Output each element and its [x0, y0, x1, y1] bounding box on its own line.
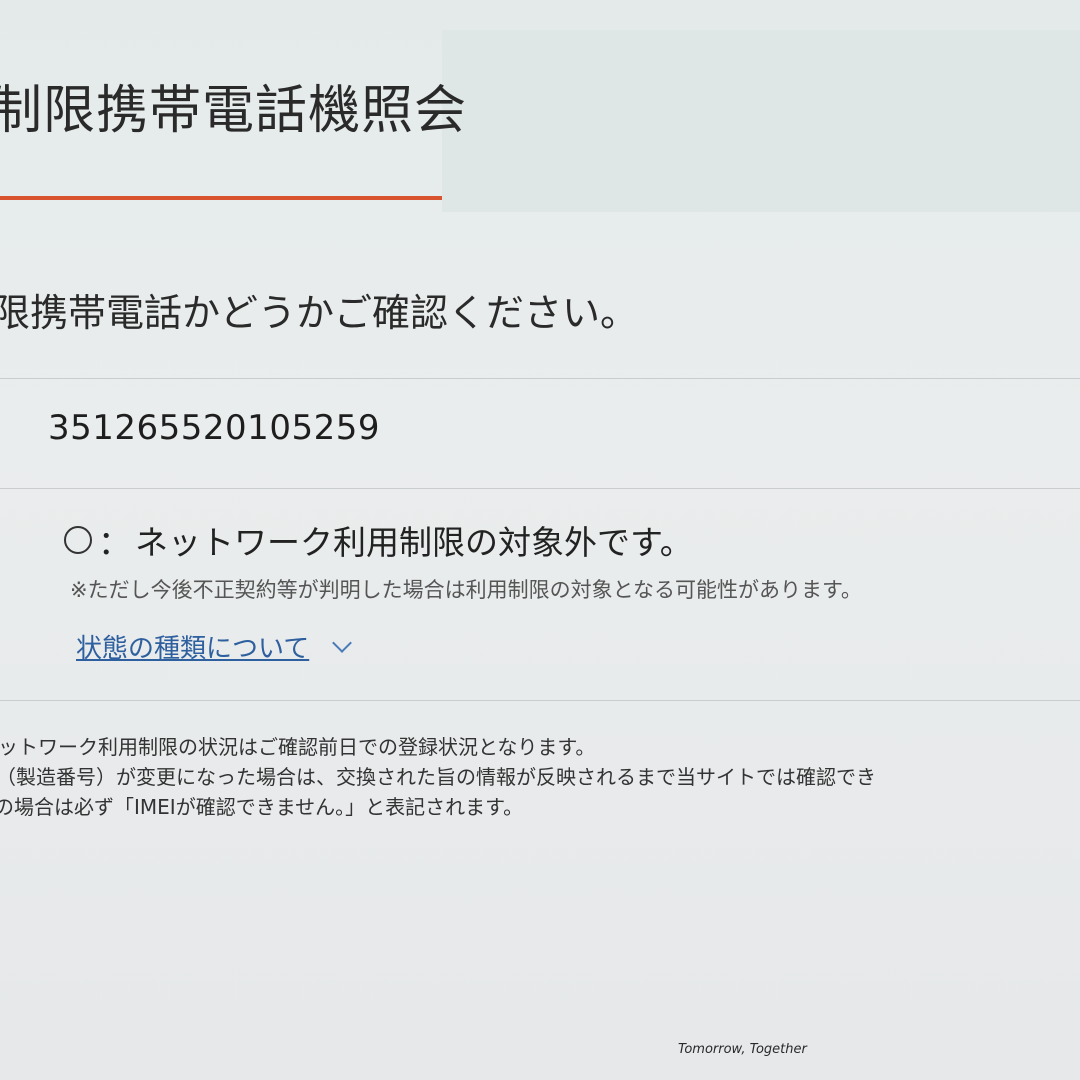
status-types-link-label: 状態の種類について: [76, 634, 310, 664]
circle-mark-icon: [64, 526, 92, 554]
title-underline: [0, 196, 442, 200]
divider: [0, 488, 1080, 489]
imei-value: 351265520105259: [48, 408, 380, 448]
result-row: ： ネットワーク利用制限の対象外です。: [64, 516, 693, 564]
status-types-link[interactable]: 状態の種類について: [76, 628, 353, 665]
result-text: ネットワーク利用制限の対象外です。: [135, 523, 693, 562]
footnotes: ットワーク利用制限の状況はご確認前日での登録状況となります。 （製造番号）が変更…: [0, 732, 1080, 822]
divider: [0, 378, 1080, 379]
footnote-item: ットワーク利用制限の状況はご確認前日での登録状況となります。: [0, 735, 596, 759]
brand-slogan: Tomorrow, Together: [678, 1042, 807, 1057]
divider: [0, 700, 1080, 701]
chevron-down-icon[interactable]: [332, 632, 353, 653]
footnote-item: （製造番号）が変更になった場合は、交換された旨の情報が反映されるまで当サイトでは…: [0, 765, 876, 789]
instruction-text: 限携帯電話かどうかご確認ください。: [0, 291, 639, 335]
header-band: [442, 30, 1080, 212]
result-note: ※ただし今後不正契約等が判明した場合は利用制限の対象となる可能性があります。: [70, 578, 862, 602]
result-separator: ：: [98, 523, 131, 562]
footnote-item: の場合は必ず「IMEIが確認できません。」と表記されます。: [0, 795, 524, 819]
page-title: 制限携帯電話機照会: [0, 81, 468, 141]
